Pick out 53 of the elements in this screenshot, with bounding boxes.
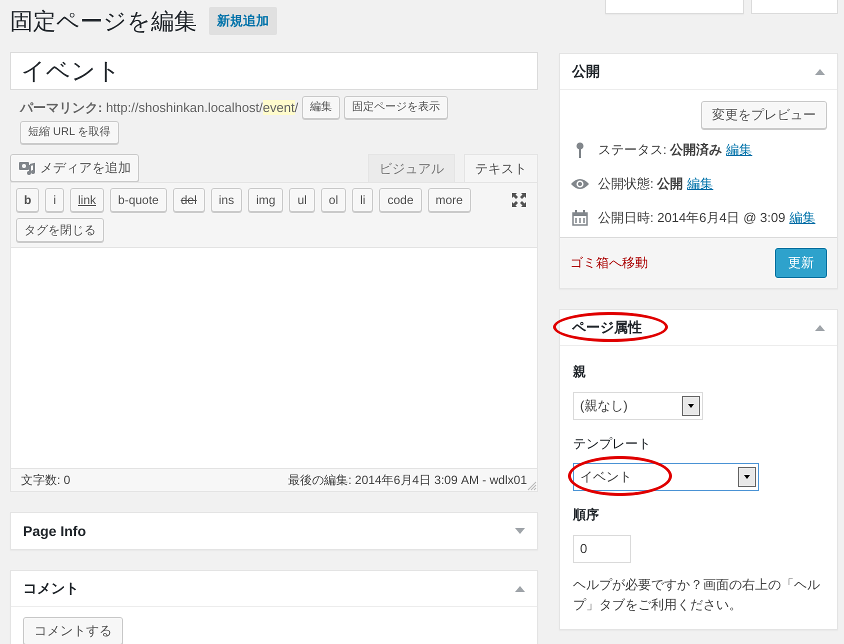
box-title: コメント bbox=[23, 579, 79, 598]
word-count: 文字数: 0 bbox=[21, 472, 70, 489]
calendar-icon bbox=[572, 210, 588, 226]
resize-handle-icon bbox=[527, 481, 537, 491]
field-label: テンプレート bbox=[573, 434, 652, 452]
screen-options-tab[interactable] bbox=[605, 0, 744, 14]
parent-select[interactable]: (親なし) bbox=[573, 392, 703, 420]
quicktag-button[interactable]: ins bbox=[210, 188, 242, 212]
help-text: ヘルプが必要ですか？画面の右上の「ヘルプ」タブをご利用ください。 bbox=[573, 576, 821, 614]
field-label: 順序 bbox=[573, 506, 600, 524]
quicktag-button[interactable]: b-quote bbox=[110, 188, 167, 212]
media-icon bbox=[18, 160, 36, 176]
help-tab[interactable] bbox=[751, 0, 838, 14]
order-field[interactable]: 0 bbox=[573, 534, 631, 562]
edit-permalink-button[interactable]: 編集 bbox=[302, 96, 340, 119]
add-new-button[interactable]: 新規追加 bbox=[209, 7, 277, 35]
editor-tab[interactable]: テキスト bbox=[464, 154, 538, 183]
box-title: 公開 bbox=[572, 62, 600, 81]
permalink-text: パーマリンク: http://shoshinkan.localhost/event/ bbox=[20, 98, 298, 117]
status-text: 公開状態: 公開 bbox=[598, 175, 684, 194]
quicktag-button[interactable]: code bbox=[379, 188, 422, 212]
quicktag-button[interactable]: i bbox=[45, 188, 64, 212]
template-select[interactable]: イベント bbox=[573, 463, 759, 491]
edit-link[interactable]: 編集 bbox=[726, 140, 752, 160]
preview-button[interactable]: 変更をプレビュー bbox=[701, 101, 827, 129]
edit-link[interactable]: 編集 bbox=[687, 174, 714, 194]
status-text: 公開日時: 2014年6月4日 @ 3:09 bbox=[598, 209, 786, 228]
last-edited-text: 最後の編集: 2014年6月4日 3:09 AM - wdlx01 bbox=[288, 472, 527, 489]
field-label: 親 bbox=[573, 363, 587, 381]
box-title: Page Info bbox=[23, 522, 86, 541]
quicktag-button[interactable]: img bbox=[248, 188, 284, 212]
page-title: 固定ページを編集 bbox=[10, 6, 197, 36]
quicktag-button[interactable]: link bbox=[70, 188, 104, 212]
status-text: ステータス: 公開済み bbox=[598, 141, 722, 160]
fullscreen-icon bbox=[511, 192, 527, 208]
quicktag-button[interactable]: b bbox=[16, 188, 40, 212]
pin-icon bbox=[575, 142, 585, 158]
view-page-button[interactable]: 固定ページを表示 bbox=[344, 96, 448, 119]
edit-link[interactable]: 編集 bbox=[789, 208, 816, 228]
trash-link[interactable]: ゴミ箱へ移動 bbox=[570, 253, 648, 273]
comment-button[interactable]: コメントする bbox=[23, 617, 123, 644]
quicktag-button[interactable]: ul bbox=[289, 188, 315, 212]
title-field[interactable]: イベント bbox=[10, 52, 538, 90]
add-media-button[interactable]: メディアを追加 bbox=[10, 154, 139, 182]
box-title: ページ属性 bbox=[572, 318, 642, 337]
quicktag-button[interactable]: タグを閉じる bbox=[16, 218, 104, 242]
quicktag-button[interactable]: del bbox=[172, 188, 205, 212]
quicktag-button[interactable]: ol bbox=[320, 188, 346, 212]
eye-icon bbox=[570, 178, 590, 190]
short-url-button[interactable]: 短縮 URL を取得 bbox=[20, 121, 119, 144]
quicktag-button[interactable]: li bbox=[352, 188, 374, 212]
quicktag-button[interactable]: more bbox=[428, 188, 471, 212]
editor-tab[interactable]: ビジュアル bbox=[368, 154, 455, 183]
